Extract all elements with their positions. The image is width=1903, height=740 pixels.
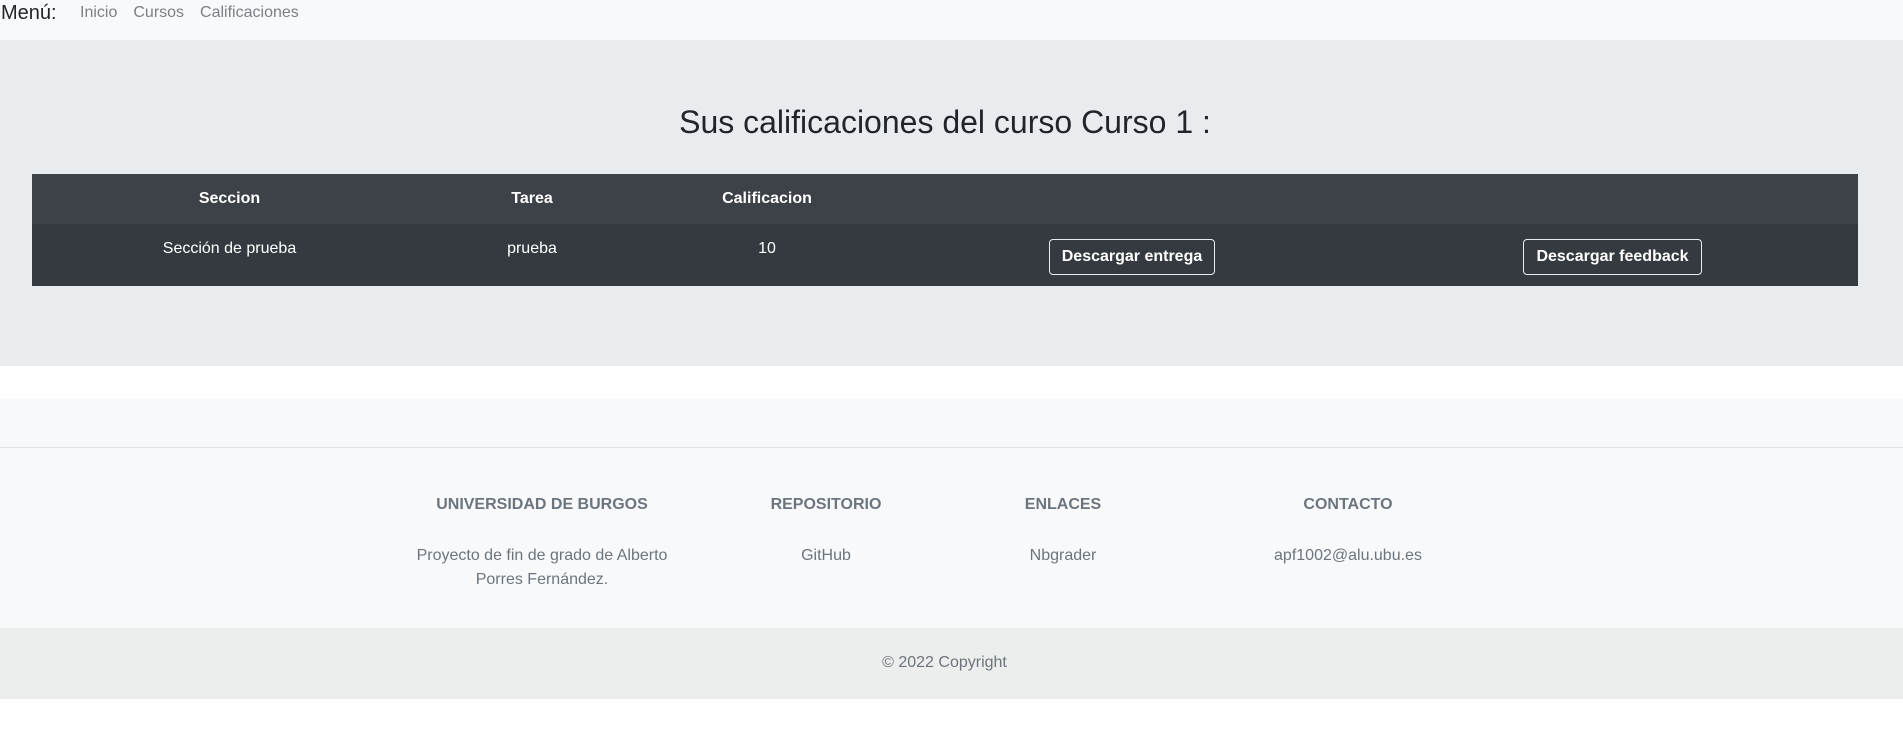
copyright-bar: © 2022 Copyright: [0, 628, 1903, 699]
footer-col-repository: REPOSITORIO GitHub: [756, 496, 896, 568]
download-feedback-button[interactable]: Descargar feedback: [1523, 239, 1702, 275]
navbar: Menú: Inicio Cursos Calificaciones: [0, 0, 1903, 40]
footer-contact-email: apf1002@alu.ubu.es: [1274, 547, 1422, 564]
footer-col-links: ENLACES Nbgrader: [993, 496, 1133, 568]
footer-top-band: [0, 398, 1903, 448]
nav-link-cursos[interactable]: Cursos: [133, 4, 184, 22]
footer-col-contact: CONTACTO apf1002@alu.ubu.es: [1248, 496, 1448, 568]
footer-link-nbgrader[interactable]: Nbgrader: [1030, 547, 1097, 564]
footer-heading-repository: REPOSITORIO: [770, 496, 882, 513]
column-header-seccion: Seccion: [198, 190, 261, 207]
grades-table: Seccion Tarea Calificacion Sección de pr…: [32, 174, 1858, 286]
table-header-row: Seccion Tarea Calificacion: [32, 174, 1858, 224]
cell-calificacion: 10: [758, 240, 776, 257]
footer-heading-university: UNIVERSIDAD DE BURGOS: [436, 496, 648, 513]
footer-col-university: UNIVERSIDAD DE BURGOS Proyecto de fin de…: [410, 496, 674, 592]
cell-download-feedback: Descargar feedback: [1367, 224, 1858, 286]
page-title: Sus calificaciones del curso Curso 1 :: [679, 104, 1211, 140]
footer-project-text: Proyecto de fin de grado de Alberto Porr…: [416, 547, 668, 588]
footer-link-github[interactable]: GitHub: [801, 547, 851, 564]
grades-section: Sus calificaciones del curso Curso 1 : S…: [0, 40, 1903, 366]
nav-links: Inicio Cursos Calificaciones: [80, 4, 299, 22]
cell-tarea: prueba: [507, 240, 557, 257]
navbar-brand: Menú:: [1, 2, 57, 24]
cell-download-submission: Descargar entrega: [897, 224, 1367, 286]
column-header-tarea: Tarea: [511, 190, 553, 207]
nav-link-inicio[interactable]: Inicio: [80, 4, 117, 22]
footer: UNIVERSIDAD DE BURGOS Proyecto de fin de…: [0, 448, 1903, 628]
column-header-empty: [1367, 174, 1858, 224]
column-header-calificacion: Calificacion: [722, 190, 812, 207]
nav-link-calificaciones[interactable]: Calificaciones: [200, 4, 299, 22]
cell-seccion: Sección de prueba: [162, 240, 297, 257]
download-submission-button[interactable]: Descargar entrega: [1048, 239, 1216, 275]
table-row: Sección de prueba prueba 10 Descargar en…: [32, 224, 1858, 286]
column-header-empty: [897, 174, 1367, 224]
footer-heading-contact: CONTACTO: [1303, 496, 1393, 513]
footer-heading-links: ENLACES: [1024, 496, 1102, 513]
copyright-text: © 2022 Copyright: [882, 653, 1007, 671]
